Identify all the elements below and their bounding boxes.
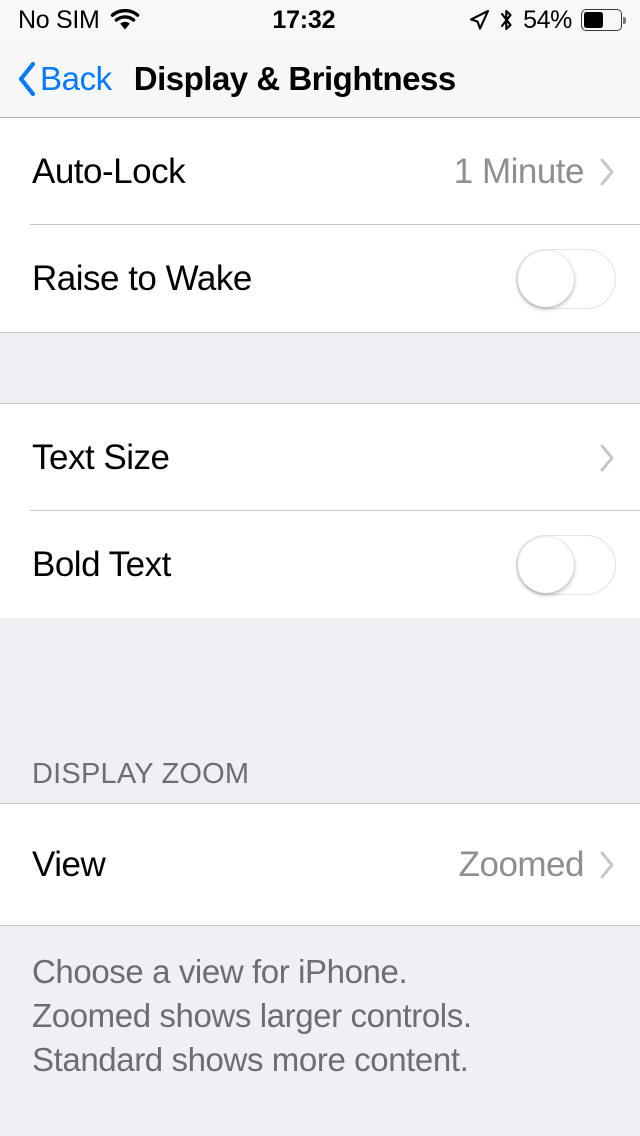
back-button-label: Back	[40, 60, 112, 97]
bluetooth-icon	[499, 8, 514, 32]
wifi-icon	[110, 9, 140, 31]
footer-line-3: Standard shows more content.	[32, 1040, 469, 1078]
status-bar-center: 17:32	[140, 5, 469, 34]
settings-group-2: Text Size Bold Text	[0, 403, 640, 619]
back-button[interactable]: Back	[16, 61, 112, 97]
iphone-screen: No SIM 17:32 54% Back Display & Brightne…	[0, 0, 640, 1136]
navigation-bar: Back Display & Brightness	[0, 40, 640, 118]
toggle-knob	[518, 536, 574, 593]
footer-line-1: Choose a view for iPhone.	[32, 953, 408, 990]
settings-group-1: Auto-Lock 1 Minute Raise to Wake	[0, 118, 640, 333]
status-bar: No SIM 17:32 54%	[0, 0, 640, 40]
chevron-right-icon	[598, 443, 616, 473]
status-bar-right: 54%	[468, 5, 627, 34]
row-label-view: View	[32, 845, 106, 884]
row-accessory-bold-text	[516, 534, 616, 595]
row-accessory-raise-to-wake	[516, 248, 616, 309]
row-accessory-text-size	[584, 443, 616, 473]
toggle-raise-to-wake[interactable]	[516, 248, 616, 309]
section-gap-1	[0, 333, 640, 403]
page-title: Display & Brightness	[133, 60, 456, 97]
row-accessory-auto-lock: 1 Minute	[454, 154, 616, 189]
row-value-view: Zoomed	[458, 845, 585, 884]
chevron-left-icon	[16, 61, 38, 97]
battery-icon	[581, 9, 627, 31]
toggle-bold-text[interactable]	[516, 534, 616, 595]
row-raise-to-wake[interactable]: Raise to Wake	[0, 225, 640, 332]
toggle-knob	[518, 250, 574, 307]
chevron-right-icon	[598, 157, 616, 187]
row-auto-lock[interactable]: Auto-Lock 1 Minute	[0, 118, 640, 225]
battery-percent-label: 54%	[523, 5, 572, 34]
settings-group-3: View Zoomed	[0, 803, 640, 926]
chevron-right-icon	[598, 850, 616, 880]
row-label-raise-to-wake: Raise to Wake	[32, 259, 252, 298]
section-footer-display-zoom: Choose a view for iPhone. Zoomed shows l…	[0, 926, 640, 1136]
carrier-label: No SIM	[18, 5, 100, 34]
row-view[interactable]: View Zoomed	[0, 804, 640, 925]
row-text-size[interactable]: Text Size	[0, 404, 640, 511]
location-arrow-icon	[468, 9, 490, 31]
clock-label: 17:32	[272, 5, 336, 34]
row-value-auto-lock: 1 Minute	[453, 152, 585, 191]
row-label-bold-text: Bold Text	[32, 545, 171, 584]
status-bar-left: No SIM	[18, 5, 140, 34]
row-bold-text[interactable]: Bold Text	[0, 511, 640, 618]
row-accessory-view: Zoomed	[459, 847, 616, 882]
row-label-auto-lock: Auto-Lock	[32, 152, 186, 191]
section-header-display-zoom: DISPLAY ZOOM	[0, 618, 640, 803]
row-label-text-size: Text Size	[32, 438, 170, 477]
footer-line-2: Zoomed shows larger controls.	[32, 996, 472, 1034]
